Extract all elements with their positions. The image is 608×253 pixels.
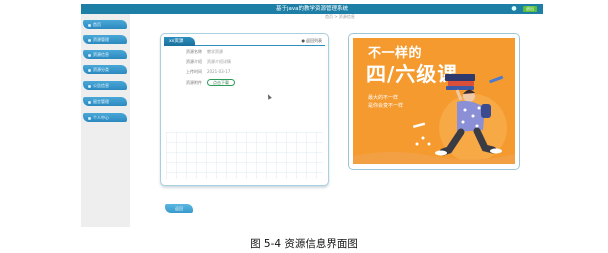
- sidebar-item-label: 资源分类: [93, 67, 109, 72]
- field-value: 2021-03-17: [207, 69, 231, 74]
- card-background-pattern: [166, 132, 323, 179]
- sidebar-item-label: 公告信息: [93, 83, 109, 88]
- detail-row-name: 资源名称 教学资源: [186, 49, 223, 55]
- sidebar-item-resource-info[interactable]: 资源信息: [83, 50, 127, 59]
- sidebar-item-label: 资源信息: [93, 52, 109, 57]
- return-icon: ●: [301, 38, 306, 43]
- detail-row-time: 上传时间 2021-03-17: [186, 69, 230, 75]
- back-to-list-link[interactable]: ●返回列表: [302, 38, 323, 44]
- logout-button[interactable]: 退出: [523, 6, 537, 12]
- breadcrumb: 首页 > 资源信息: [325, 14, 355, 19]
- sidebar-item-home[interactable]: 首页: [83, 20, 127, 29]
- field-label: 资源介绍: [186, 59, 202, 64]
- sidebar-item-label: 资源管理: [93, 37, 109, 42]
- home-icon: [88, 23, 91, 27]
- sidebar-item-resource-category[interactable]: 资源分类: [83, 65, 127, 74]
- category-icon: [88, 68, 91, 72]
- sidebar-item-notice[interactable]: 公告信息: [83, 81, 127, 90]
- field-label: 资源名称: [186, 49, 202, 54]
- download-button[interactable]: 点击下载: [207, 79, 235, 86]
- resource-detail-card: xx资源 ●返回列表 资源名称 教学资源 资源介绍 资源介绍详情 上传时间 2021-…: [160, 33, 329, 186]
- resource-image: 不一样的 四/六级课 最大的不一样 是你会变不一样: [353, 38, 515, 164]
- user-icon: [88, 116, 91, 120]
- app-title: 基于java的教学资源管理系统: [275, 6, 349, 12]
- message-icon: [88, 100, 91, 104]
- sidebar-item-label: 留言管理: [93, 99, 109, 104]
- detail-row-intro: 资源介绍 资源介绍详情: [186, 59, 231, 65]
- sidebar: 首页 资源管理 资源信息 资源分类 公告信息 留言管理 个人中心: [81, 14, 130, 227]
- detail-row-attachment: 资源附件 点击下载: [186, 79, 235, 86]
- back-to-list-label: 返回列表: [306, 38, 322, 43]
- sidebar-item-label: 个人中心: [93, 115, 109, 120]
- field-value: 资源介绍详情: [207, 59, 231, 64]
- file-icon: [88, 53, 91, 57]
- tab-underline: [195, 45, 325, 46]
- field-label: 资源附件: [186, 80, 202, 85]
- field-label: 上传时间: [186, 69, 202, 74]
- sidebar-item-label: 首页: [93, 22, 101, 27]
- user-icon[interactable]: ●: [511, 6, 517, 12]
- header-bar: 基于java的教学资源管理系统 ● 退出: [81, 4, 543, 14]
- sidebar-item-message[interactable]: 留言管理: [83, 97, 127, 106]
- field-value: 教学资源: [207, 49, 223, 54]
- figure-caption: 图 5-4 资源信息界面图: [250, 238, 358, 250]
- sidebar-item-profile[interactable]: 个人中心: [83, 113, 127, 122]
- back-button[interactable]: 返回: [165, 204, 193, 213]
- student-illustration: [353, 74, 515, 164]
- folder-icon: [88, 38, 91, 42]
- bell-icon: [88, 84, 91, 88]
- tab-resource[interactable]: xx资源: [164, 37, 195, 46]
- sidebar-item-resource-manage[interactable]: 资源管理: [83, 35, 127, 44]
